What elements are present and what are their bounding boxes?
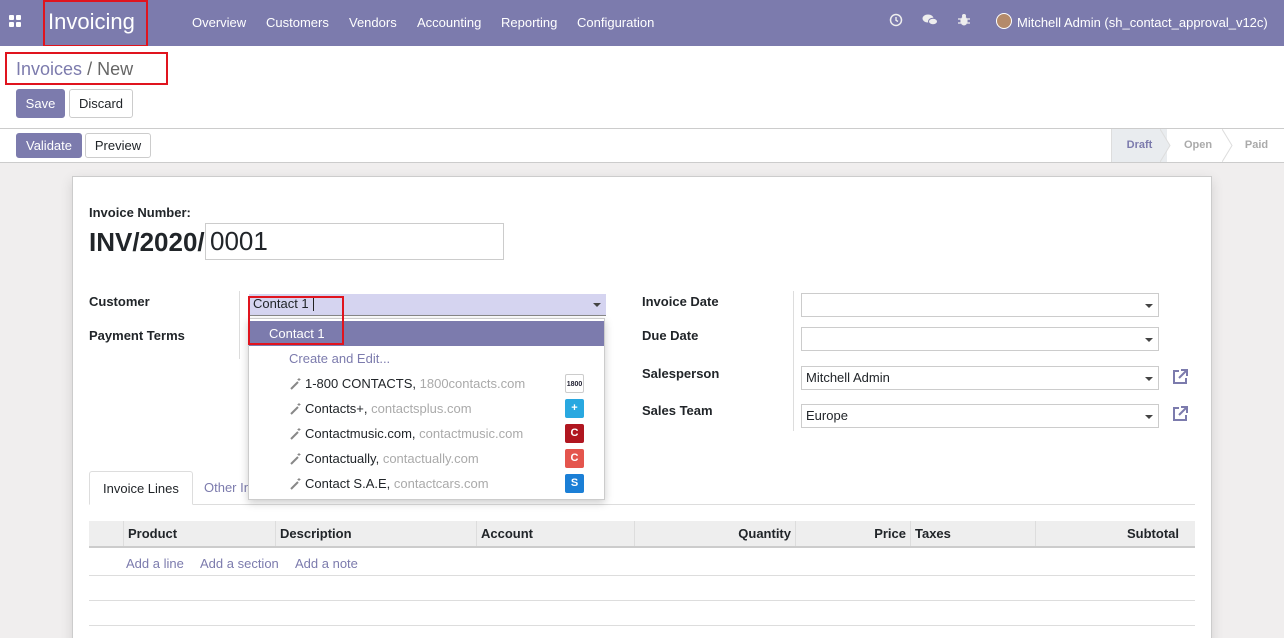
magic-wand-icon [290,453,301,465]
label-separator [239,291,240,359]
company-logo: 1800 [565,374,584,393]
menu-customers[interactable]: Customers [266,15,329,30]
suggestion-name: 1-800 CONTACTS, [305,376,417,391]
company-logo: C [565,449,584,468]
add-line-link[interactable]: Add a line [126,556,184,571]
table-row [89,601,1195,626]
invoice-number-label: Invoice Number: [89,205,191,220]
stage-arrow [1160,129,1171,162]
suggestion-domain: contactcars.com [393,476,489,491]
company-logo-text: 1800 [566,381,583,388]
company-logo-text: C [570,427,579,439]
suggestion-contact-sae[interactable]: Contact S.A.E, contactcars.com S [249,471,604,496]
stage-draft[interactable]: Draft [1111,129,1167,162]
sales-team-value: Europe [806,408,848,423]
salesperson-label: Salesperson [642,366,720,381]
preview-button[interactable]: Preview [85,133,151,158]
menu-accounting[interactable]: Accounting [417,15,481,30]
salesperson-select[interactable]: Mitchell Admin [801,366,1159,390]
invoice-prefix: INV/2020/ [89,227,205,257]
stage-paid[interactable]: Paid [1229,129,1284,162]
column-description[interactable]: Description [276,521,356,546]
menu-reporting[interactable]: Reporting [501,15,557,30]
table-header: Product Description Account Quantity Pri… [89,521,1195,548]
stage-arrow [1222,129,1233,162]
suggestion-name: Contactmusic.com, [305,426,416,441]
menu-overview[interactable]: Overview [192,15,246,30]
form-sheet: Invoice Number: INV/2020/ 0001 Customer … [72,176,1212,638]
suggestion-name: Contactually, [305,451,380,466]
avatar[interactable] [996,13,1012,29]
payment-terms-label: Payment Terms [89,328,185,343]
column-taxes[interactable]: Taxes [911,521,955,546]
company-logo: C [565,424,584,443]
save-button[interactable]: Save [16,89,65,118]
top-navbar: Invoicing Overview Customers Vendors Acc… [0,0,1284,46]
menu-vendors[interactable]: Vendors [349,15,397,30]
chevron-down-icon[interactable] [1145,304,1153,308]
sales-team-label: Sales Team [642,403,713,418]
customer-label: Customer [89,294,150,309]
company-logo-text: S [570,477,579,489]
control-panel: Invoices / New Save Discard [0,46,1284,129]
suggestion-domain: contactsplus.com [371,401,472,416]
suggestion-contacts-plus[interactable]: Contacts+, contactsplus.com + [249,396,604,421]
add-note-link[interactable]: Add a note [295,556,358,571]
clock-icon[interactable] [889,13,903,27]
discard-button[interactable]: Discard [69,89,133,118]
customer-autocomplete-dropdown: Contact 1 Create and Edit... 1-800 CONTA… [248,318,605,500]
company-logo: S [565,474,584,493]
menu-configuration[interactable]: Configuration [577,15,654,30]
company-logo-text: + [571,402,578,414]
chevron-down-icon[interactable] [1145,377,1153,381]
invoice-number-input[interactable]: 0001 [205,223,504,260]
table-row [89,576,1195,601]
suggestion-name: Contact S.A.E, [305,476,391,491]
column-quantity[interactable]: Quantity [635,521,795,546]
bug-icon[interactable] [957,13,971,27]
suggestion-contactmusic[interactable]: Contactmusic.com, contactmusic.com C [249,421,604,446]
chevron-down-icon[interactable] [1145,415,1153,419]
highlight-box-app-title [43,0,148,47]
external-link-icon[interactable] [1171,405,1189,423]
tab-invoice-lines[interactable]: Invoice Lines [89,471,193,505]
suggestion-contactually[interactable]: Contactually, contactually.com C [249,446,604,471]
magic-wand-icon [290,403,301,415]
sales-team-select[interactable]: Europe [801,404,1159,428]
highlight-box-customer [248,296,344,345]
label-separator [793,291,794,431]
chat-icon[interactable] [922,13,938,27]
suggestion-domain: contactmusic.com [419,426,524,441]
invoice-date-label: Invoice Date [642,294,719,309]
highlight-box-breadcrumb [5,52,168,85]
chevron-down-icon[interactable] [1145,338,1153,342]
chevron-down-icon[interactable] [593,303,601,307]
external-link-icon[interactable] [1171,368,1189,386]
apps-icon[interactable] [9,15,23,29]
magic-wand-icon [290,428,301,440]
magic-wand-icon [290,478,301,490]
validate-button[interactable]: Validate [16,133,82,158]
salesperson-value: Mitchell Admin [806,370,890,385]
create-and-edit-option[interactable]: Create and Edit... [249,346,604,371]
add-section-link[interactable]: Add a section [200,556,279,571]
due-date-input[interactable] [801,327,1159,351]
company-logo: + [565,399,584,418]
add-line-row: Add a line Add a section Add a note [89,550,1195,576]
column-subtotal[interactable]: Subtotal [1036,521,1183,546]
status-bar: Validate Preview Draft Open Paid [0,129,1284,163]
company-logo-text: C [570,452,579,464]
invoice-date-input[interactable] [801,293,1159,317]
magic-wand-icon [290,378,301,390]
stage-open[interactable]: Open [1167,129,1229,162]
suggestion-1800-contacts[interactable]: 1-800 CONTACTS, 1800contacts.com 1800 [249,371,604,396]
due-date-label: Due Date [642,328,699,343]
suggestion-domain: 1800contacts.com [419,376,526,391]
suggestion-domain: contactually.com [382,451,479,466]
column-account[interactable]: Account [477,521,537,546]
column-product[interactable]: Product [124,521,181,546]
column-price[interactable]: Price [796,521,910,546]
user-menu[interactable]: Mitchell Admin (sh_contact_approval_v12c… [1017,15,1268,30]
